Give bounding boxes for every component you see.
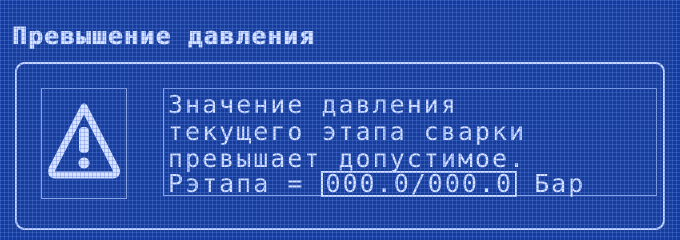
message-line-1: Значение давления [168,90,458,119]
dialog-title: Превышение давления [12,22,316,50]
message-line-2: текущего этапа сварки [168,117,527,146]
pressure-unit: Бар [534,169,586,198]
alert-panel: Значение давления текущего этапа сварки … [15,62,665,230]
pressure-label: Рэтапа = [168,169,305,198]
warning-triangle-icon [48,103,120,179]
pressure-row: Рэтапа = 000.0/000.0 Бар [168,171,585,197]
warning-icon-frame [41,88,127,199]
pressure-value-field[interactable]: 000.0/000.0 [321,171,518,197]
message-box: Значение давления текущего этапа сварки … [163,88,657,197]
